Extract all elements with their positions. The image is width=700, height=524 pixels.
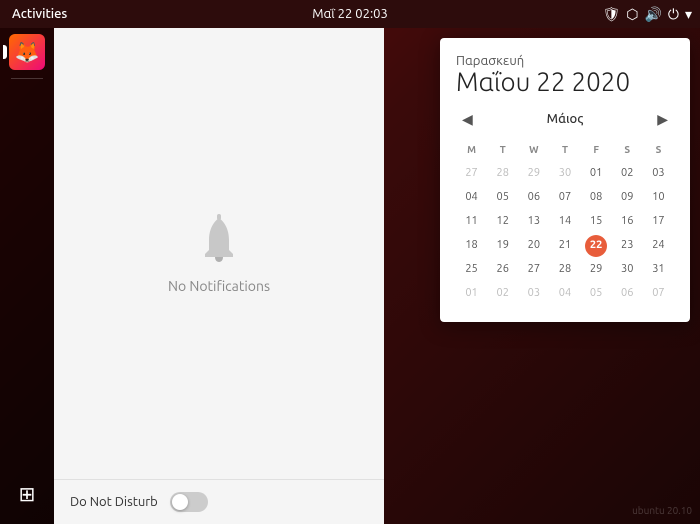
shield-icon[interactable]: 🛡 xyxy=(602,6,620,23)
calendar-day-cell[interactable]: 27 xyxy=(523,259,545,281)
calendar-header: Παρασκευή Μαΐου 22 2020 xyxy=(456,54,674,97)
calendar-day-cell[interactable]: 10 xyxy=(647,187,669,209)
no-notifications-label: No Notifications xyxy=(168,278,270,294)
calendar-day-cell[interactable]: 03 xyxy=(647,163,669,185)
dock-separator xyxy=(11,78,43,79)
calendar-week-row: 25 26 27 28 29 30 31 xyxy=(456,258,674,282)
calendar-grid: MTWTFSS 27282930010203040506070809101112… xyxy=(456,138,674,306)
calendar-day-cell[interactable]: 07 xyxy=(647,283,669,305)
calendar-next-button[interactable]: ▶ xyxy=(651,109,674,130)
calendar-day-header: S xyxy=(647,139,669,161)
activities-button[interactable]: Activities xyxy=(8,7,71,21)
calendar-day-cell[interactable]: 29 xyxy=(523,163,545,185)
bell-icon xyxy=(195,214,243,270)
calendar-day-cell[interactable]: 14 xyxy=(554,211,576,233)
calendar-week-row: 18 19 20 21 22 23 24 xyxy=(456,234,674,258)
ubuntu-watermark: ubuntu 20.10 xyxy=(632,505,692,516)
calendar-nav: ◀ Μάιος ▶ xyxy=(456,109,674,130)
calendar-day-cell[interactable]: 19 xyxy=(492,235,514,257)
calendar-panel: Παρασκευή Μαΐου 22 2020 ◀ Μάιος ▶ MTWTFS… xyxy=(440,38,690,322)
calendar-day-cell[interactable]: 16 xyxy=(616,211,638,233)
calendar-day-header: F xyxy=(585,139,607,161)
calendar-day-cell[interactable]: 31 xyxy=(647,259,669,281)
calendar-day-header: S xyxy=(616,139,638,161)
calendar-day-cell[interactable]: 01 xyxy=(585,163,607,185)
calendar-day-header: T xyxy=(554,139,576,161)
do-not-disturb-label: Do Not Disturb xyxy=(70,495,158,509)
calendar-day-cell[interactable]: 28 xyxy=(492,163,514,185)
calendar-day-cell[interactable]: 01 xyxy=(461,283,483,305)
calendar-day-cell[interactable]: 04 xyxy=(554,283,576,305)
calendar-week-row: 01 02 03 04 05 06 07 xyxy=(456,282,674,306)
calendar-date-full: Μαΐου 22 2020 xyxy=(456,68,674,97)
calendar-day-cell[interactable]: 28 xyxy=(554,259,576,281)
calendar-day-cell[interactable]: 06 xyxy=(523,187,545,209)
calendar-day-cell[interactable]: 03 xyxy=(523,283,545,305)
topbar: Activities Μαΐ 22 02:03 🛡 ⬡ 🔊 ⏻ ▾ xyxy=(0,0,700,28)
calendar-week-row: 27 28 29 30 01 02 03 xyxy=(456,162,674,186)
calendar-day-headers: MTWTFSS xyxy=(456,138,674,162)
calendar-day-cell[interactable]: 30 xyxy=(554,163,576,185)
calendar-week-row: 11 12 13 14 15 16 17 xyxy=(456,210,674,234)
calendar-day-cell[interactable]: 21 xyxy=(554,235,576,257)
calendar-weeks: 27 28 29 30 01 02 03 04 05 06 07 08 09 10 11 12 13 14 15 16… xyxy=(456,162,674,306)
notification-empty-state: No Notifications xyxy=(54,28,384,479)
calendar-day-cell[interactable]: 22 xyxy=(585,235,607,257)
calendar-day-cell[interactable]: 11 xyxy=(461,211,483,233)
calendar-day-cell[interactable]: 05 xyxy=(585,283,607,305)
topbar-center: Μαΐ 22 02:03 xyxy=(312,7,388,21)
calendar-day-cell[interactable]: 04 xyxy=(461,187,483,209)
volume-icon[interactable]: 🔊 xyxy=(644,6,661,23)
calendar-day-cell[interactable]: 12 xyxy=(492,211,514,233)
calendar-day-cell[interactable]: 13 xyxy=(523,211,545,233)
calendar-day-cell[interactable]: 27 xyxy=(461,163,483,185)
do-not-disturb-toggle[interactable] xyxy=(170,492,208,512)
calendar-weekday: Παρασκευή xyxy=(456,54,674,68)
calendar-day-cell[interactable]: 25 xyxy=(461,259,483,281)
notification-panel: No Notifications Do Not Disturb xyxy=(54,28,384,524)
calendar-day-header: T xyxy=(492,139,514,161)
calendar-day-cell[interactable]: 29 xyxy=(585,259,607,281)
dock-active-indicator xyxy=(3,45,7,59)
dock-item-firefox[interactable]: 🦊 xyxy=(7,32,47,72)
calendar-day-cell[interactable]: 20 xyxy=(523,235,545,257)
calendar-month-label: Μάιος xyxy=(547,112,584,126)
calendar-day-cell[interactable]: 23 xyxy=(616,235,638,257)
datetime-label[interactable]: Μαΐ 22 02:03 xyxy=(312,7,388,21)
calendar-day-cell[interactable]: 15 xyxy=(585,211,607,233)
calendar-day-cell[interactable]: 24 xyxy=(647,235,669,257)
calendar-day-header: M xyxy=(461,139,483,161)
calendar-day-header: W xyxy=(523,139,545,161)
topbar-left: Activities xyxy=(8,7,71,21)
calendar-day-cell[interactable]: 06 xyxy=(616,283,638,305)
calendar-week-row: 04 05 06 07 08 09 10 xyxy=(456,186,674,210)
calendar-day-cell[interactable]: 02 xyxy=(616,163,638,185)
calendar-day-cell[interactable]: 07 xyxy=(554,187,576,209)
dock: 🦊 ⊞ xyxy=(0,28,54,524)
toggle-knob xyxy=(172,494,188,510)
notification-footer: Do Not Disturb xyxy=(54,479,384,524)
calendar-day-cell[interactable]: 17 xyxy=(647,211,669,233)
calendar-prev-button[interactable]: ◀ xyxy=(456,109,479,130)
calendar-day-cell[interactable]: 05 xyxy=(492,187,514,209)
calendar-day-cell[interactable]: 09 xyxy=(616,187,638,209)
system-menu-icon[interactable]: ▾ xyxy=(685,6,692,23)
bell-icon-container: No Notifications xyxy=(168,214,270,294)
calendar-day-cell[interactable]: 26 xyxy=(492,259,514,281)
desktop: 🦊 ⊞ No Notifications Do Not Disturb xyxy=(0,28,700,524)
calendar-day-cell[interactable]: 08 xyxy=(585,187,607,209)
power-icon[interactable]: ⏻ xyxy=(668,6,679,23)
dock-item-apps-grid[interactable]: ⊞ xyxy=(7,474,47,514)
calendar-day-cell[interactable]: 18 xyxy=(461,235,483,257)
calendar-day-cell[interactable]: 02 xyxy=(492,283,514,305)
calendar-day-cell[interactable]: 30 xyxy=(616,259,638,281)
topbar-right: 🛡 ⬡ 🔊 ⏻ ▾ xyxy=(602,6,692,23)
network-icon[interactable]: ⬡ xyxy=(626,6,638,23)
